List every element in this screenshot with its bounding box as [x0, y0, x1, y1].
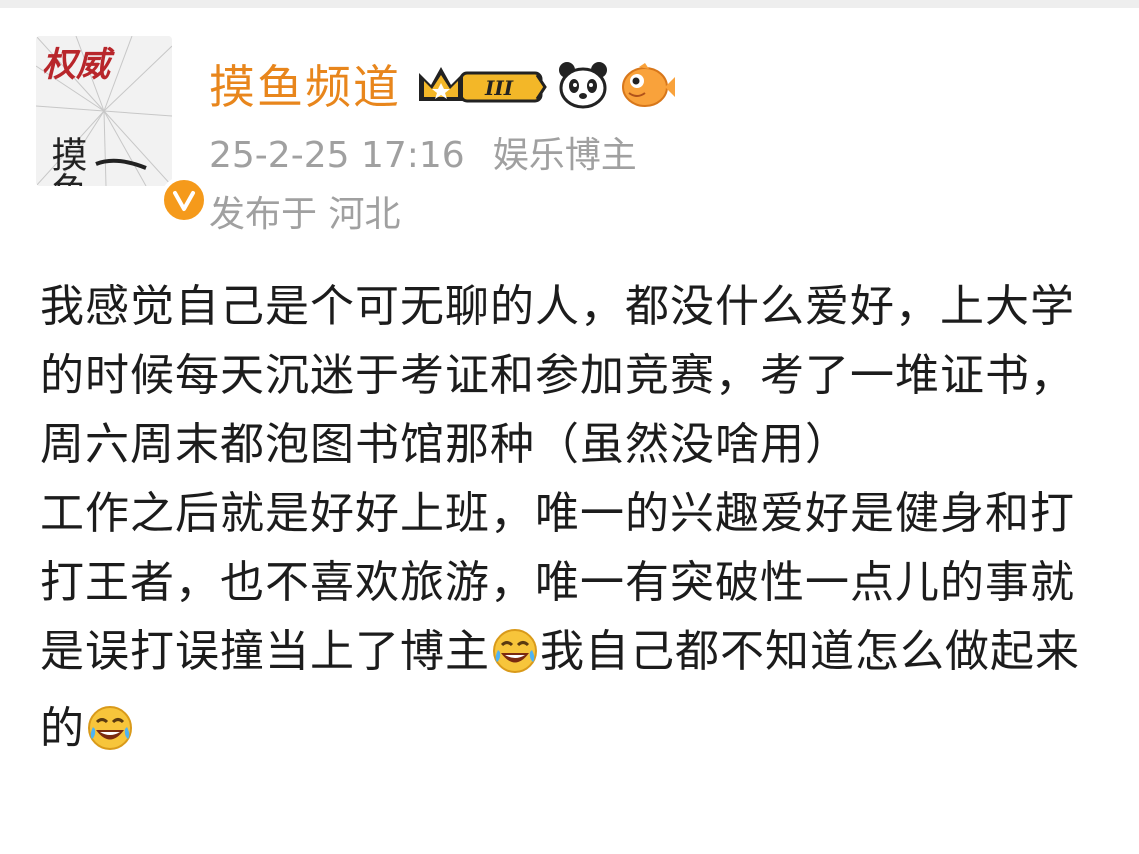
author-avatar-container[interactable]: 权威 摸鱼: [36, 36, 208, 224]
location-prefix: 发布于: [209, 194, 318, 235]
author-category: 娱乐博主: [492, 135, 637, 176]
post-location: 河北: [328, 194, 401, 235]
panda-icon[interactable]: [557, 60, 609, 114]
author-header: 摸鱼频道 III: [209, 52, 675, 122]
avatar-black-text: 摸鱼: [46, 136, 87, 186]
level-text: III: [484, 76, 514, 100]
laugh-cry-emoji-icon: [492, 625, 538, 694]
post-body: 我感觉自己是个可无聊的人，都没什么爱好，上大学的时候每天沉迷于考证和参加竞赛，考…: [40, 272, 1080, 771]
avatar[interactable]: 权威 摸鱼: [36, 36, 172, 186]
crown-level-icon[interactable]: III: [415, 61, 547, 113]
post-meta: 25-2-25 17:16 娱乐博主: [209, 131, 637, 181]
avatar-red-text: 权威: [42, 45, 115, 85]
post-paragraph-2: 工作之后就是好好上班，唯一的兴趣爱好是健身和打打王者，也不喜欢旅游，唯一有突破性…: [40, 479, 1080, 771]
post-timestamp[interactable]: 25-2-25 17:16: [209, 135, 465, 176]
post-location-line: 发布于 河北: [209, 190, 400, 240]
laugh-cry-emoji-icon: [87, 702, 133, 771]
fish-icon[interactable]: [619, 61, 675, 113]
verified-badge-icon: [160, 176, 208, 224]
post-paragraph-1: 我感觉自己是个可无聊的人，都没什么爱好，上大学的时候每天沉迷于考证和参加竞赛，考…: [40, 281, 1075, 470]
author-badges: III: [415, 60, 675, 114]
top-divider: [0, 0, 1139, 8]
author-name[interactable]: 摸鱼频道: [209, 52, 401, 122]
